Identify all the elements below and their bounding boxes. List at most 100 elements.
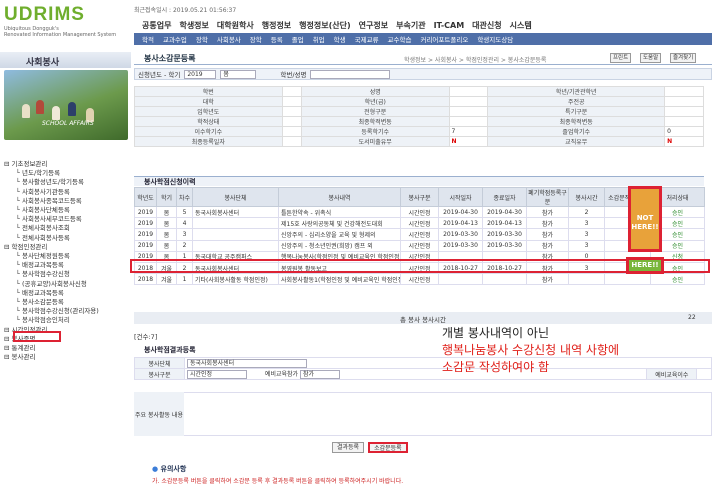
year-input[interactable]: 2019: [184, 69, 217, 79]
info-label: 학년(급): [300, 96, 450, 107]
info-label: 학번: [134, 86, 283, 97]
sidebar-tree-item[interactable]: └ 사회봉사단체등록: [4, 206, 131, 215]
history-header-cell: 학년도: [134, 187, 157, 207]
top-menu-item[interactable]: 행정정보: [262, 20, 291, 31]
history-cell: 1: [176, 250, 193, 263]
history-cell: 2: [176, 261, 193, 275]
info-value: [281, 96, 302, 107]
sub-menu-item[interactable]: 사회봉사: [217, 34, 241, 44]
sidebar-tree-item[interactable]: └ 봉사활성년도/학기등록: [4, 178, 131, 187]
history-cell: 3: [568, 228, 605, 241]
sub-menu-item[interactable]: 졸업: [292, 34, 304, 44]
notice-text: 가. 소감문등록 버튼을 클릭하여 소감문 등록 후 결과등록 버튼을 클릭하여…: [152, 478, 404, 485]
sub-menu-item[interactable]: 교과수업: [163, 34, 187, 44]
history-cell: 시간인정: [400, 205, 439, 219]
top-menu-item[interactable]: 학생정보: [179, 20, 208, 31]
content-textarea[interactable]: [134, 392, 712, 436]
sidebar-tree-item[interactable]: ⊟ 통계관리: [4, 344, 131, 353]
history-cell: [604, 273, 651, 286]
history-cell: 시간인정: [400, 228, 439, 241]
history-table: 학년도학기차수봉사단체봉사내역봉사구분시작일자종료일자폐기학점등록구분봉사시간소…: [134, 187, 705, 286]
info-label: 전형구분: [300, 106, 450, 117]
result-section-title: 봉사학점결과등록: [144, 346, 196, 354]
org-input[interactable]: 동국사회봉사센터: [187, 358, 307, 368]
history-header-cell: 종료일자: [482, 187, 527, 207]
history-row[interactable]: 2019 봄 5 동국사회봉사센터 틀튼한약속 - 위촉식 시간인정 2019-04-30 2…: [134, 205, 705, 219]
info-label: 최종학적변동: [300, 116, 450, 127]
info-value: N: [664, 136, 704, 147]
sidebar-tree-item[interactable]: └ 봉사학점수강신청: [4, 270, 131, 279]
top-menu-item[interactable]: 행정정보(산단): [299, 20, 350, 31]
history-cell: 참가: [526, 217, 569, 230]
info-label: 성명: [300, 86, 450, 97]
result-register-button[interactable]: 결과등록: [332, 442, 365, 453]
top-menu-item[interactable]: 연구정보: [359, 20, 388, 31]
history-row[interactable]: 2019 봄 4 제15호 사랑의공동체 및 건강해전도대회 시간인정 2019-04-1…: [134, 217, 705, 230]
term-select[interactable]: 봄: [220, 69, 257, 79]
sub-menu-item[interactable]: 장학: [250, 34, 262, 44]
history-cell: [438, 250, 483, 263]
sub-menu-item[interactable]: 등록: [271, 34, 283, 44]
edu-select[interactable]: 참가: [299, 370, 340, 379]
notice-title: ● 유의사항: [152, 464, 186, 474]
annotation-line1: 개별 봉사내역이 아닌: [442, 326, 549, 340]
history-cell: 2019-03-30: [438, 239, 483, 252]
sidebar-tree-item[interactable]: └ 사회봉사기관등록: [4, 188, 131, 197]
history-row[interactable]: 2019 봄 2 신앙주의 - 청소년인권(희망) 캠프 외 시간인정 2019-03-3…: [134, 239, 705, 252]
top-menu-item[interactable]: 시스템: [510, 20, 532, 31]
sub-menu-item[interactable]: 국제교류: [355, 34, 379, 44]
sidebar-tree-item[interactable]: └ 전체사회봉사조회: [4, 224, 131, 233]
sub-menu-item[interactable]: 커리어포트폴리오: [420, 34, 468, 44]
sidebar-tree-item[interactable]: └ (공휴교양)사회봉사신청: [4, 280, 131, 289]
sub-menu-item[interactable]: 취업: [313, 34, 325, 44]
sidebar-tree-item[interactable]: ⊟ 학점인정관리: [4, 243, 131, 252]
history-cell: 시간인정: [400, 217, 439, 230]
history-cell: 겨울: [156, 273, 177, 286]
history-row[interactable]: 2019 봄 1 동국대학교 공주캠퍼스 행복나눔봉사(학점인정 및 예비교육인 학점인…: [134, 250, 705, 263]
top-menu-item[interactable]: 대관신청: [472, 20, 501, 31]
edu-label: 예비교육참가: [264, 371, 299, 378]
sub-menu-item[interactable]: 장학: [196, 34, 208, 44]
student-id-input[interactable]: [310, 69, 391, 79]
type-select[interactable]: 시간인정: [187, 370, 247, 379]
sub-menu-item[interactable]: 교수학습: [388, 34, 412, 44]
sub-menu-item[interactable]: 학생지도상담: [477, 34, 513, 44]
history-cell: [482, 273, 527, 286]
history-row[interactable]: 2018 겨울 1 기타(사회봉사활동 학점인정) 사회봉사활동1(학점인정 및 예비교…: [134, 273, 705, 286]
sidebar-tree-item[interactable]: └ 봉사단체정원등록: [4, 252, 131, 261]
sidebar-tree-item[interactable]: ⊟ 기초정보관리: [4, 160, 131, 169]
history-cell: 제15호 사랑의공동체 및 건강해전도대회: [278, 217, 401, 230]
history-cell: 참가: [526, 273, 569, 286]
history-row[interactable]: 2019 봄 3 신앙주의 - 심리소양을 교육 및 형제의 시간인정 2019-03-3…: [134, 228, 705, 241]
sidebar-tree-item[interactable]: └ 봉사소감문등록: [4, 298, 131, 307]
top-menu: 공통업무 학생정보 대학원학사 행정정보 행정정보(산단) 연구정보 부속기관 IT-CAM 대…: [134, 18, 712, 33]
sub-menu-item[interactable]: 학적: [142, 34, 154, 44]
record-count: [건수:7]: [134, 333, 158, 341]
reflection-register-button[interactable]: 소감문등록: [368, 442, 408, 453]
help-button[interactable]: 도움말: [640, 53, 662, 63]
print-button[interactable]: 프린트: [610, 53, 632, 63]
info-label: 주전공: [487, 96, 666, 107]
sidebar-tree-item[interactable]: └ 전체사회봉사등록: [4, 234, 131, 243]
total-hours-value: 22: [688, 314, 696, 321]
history-row[interactable]: 2018 겨울 2 동국사회봉사센터 봉영원봉 활동보고 시간인정 2018-10-27 20…: [134, 261, 705, 275]
sidebar-tree-item[interactable]: ⊟ 봉사관리: [4, 353, 131, 362]
info-value: [448, 96, 489, 107]
top-menu-item[interactable]: 대학원학사: [217, 20, 254, 31]
history-cell: 참가: [526, 228, 569, 241]
top-menu-item[interactable]: IT-CAM: [434, 21, 465, 30]
filter-bar: 신청년도 - 학기 2019 봄 학번/성명: [134, 68, 712, 80]
sub-menu-item[interactable]: 학생: [334, 34, 346, 44]
history-cell: 2018: [134, 261, 157, 275]
top-menu-item[interactable]: 부속기관: [396, 20, 425, 31]
history-header-cell: 봉사내역: [278, 187, 401, 207]
favorite-button[interactable]: 즐겨찾기: [670, 53, 697, 63]
sidebar-tree-item[interactable]: └ 봉사학점승인처리: [4, 316, 131, 325]
top-menu-item[interactable]: 공통업무: [142, 20, 171, 31]
history-cell: 동국사회봉사센터: [192, 205, 279, 219]
info-value: [448, 86, 489, 97]
history-header-cell: 봉사구분: [400, 187, 439, 207]
sidebar-tree-item[interactable]: └ 배정교과목등록: [4, 289, 131, 298]
student-info-table: 학번 성명 학년/기관관학년 대학 학년(급) 주전공 입학년도 전형구분 특기구분 학적상태 최종…: [134, 86, 704, 147]
sidebar-tree-item[interactable]: └ 사회봉사종목코드등록: [4, 197, 131, 206]
